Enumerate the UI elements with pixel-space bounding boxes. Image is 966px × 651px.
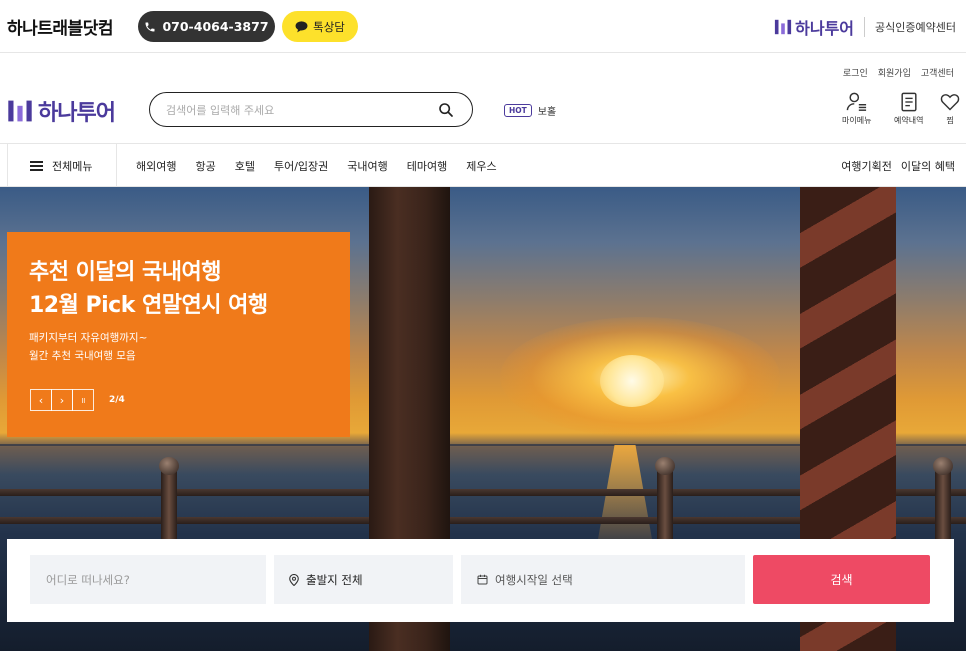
chat-button[interactable]: 톡상담 [282, 11, 358, 42]
wishlist-label: 찜 [946, 116, 954, 125]
nav-right-items: 여행기획전 이달의 혜택 [841, 144, 955, 187]
hot-badge: HOT [504, 104, 532, 117]
travel-search-panel: 어디로 떠나세요? 출발지 전체 여행시작일 선택 검색 [7, 539, 954, 622]
nav-item-monthly-benefits[interactable]: 이달의 혜택 [901, 158, 955, 174]
top-bar: 하나트래블닷컴 070-4064-3877 톡상담 하나투어 공식인증예약센터 [0, 0, 966, 53]
main-logo[interactable]: 하나투어 [7, 95, 116, 127]
slide-controls: ‹ › ॥ 2/4 [30, 389, 125, 411]
chat-label: 톡상담 [313, 19, 345, 34]
nav-item-overseas[interactable]: 해외여행 [136, 158, 176, 174]
partner-divider [864, 17, 866, 37]
nav-item-hotel[interactable]: 호텔 [235, 158, 255, 174]
search-bar [149, 92, 473, 127]
promo-title-line2: 12월 Pick 연말연시 여행 [29, 293, 268, 318]
document-icon [901, 92, 917, 112]
nav-item-tour-tickets[interactable]: 투어/입장권 [274, 158, 328, 174]
origin-select[interactable]: 출발지 전체 [274, 555, 453, 604]
promo-title: 추천 이달의 국내여행 12월 Pick 연말연시 여행 [29, 256, 350, 322]
user-list-icon [846, 92, 866, 111]
nav-item-zeus[interactable]: 제우스 [466, 158, 496, 174]
phone-icon [145, 22, 155, 31]
nav-items: 해외여행 항공 호텔 투어/입장권 국내여행 테마여행 제우스 [136, 144, 497, 187]
wishlist-button[interactable]: 찜 [940, 92, 960, 126]
main-nav: 전체메뉴 해외여행 항공 호텔 투어/입장권 국내여행 테마여행 제우스 여행기… [0, 143, 966, 187]
date-label: 여행시작일 선택 [495, 572, 573, 587]
location-pin-icon [289, 573, 299, 586]
search-button[interactable]: 검색 [753, 555, 930, 604]
search-input[interactable] [166, 101, 426, 119]
search-icon[interactable] [438, 102, 454, 118]
hanatour-logo-icon [8, 100, 32, 122]
hot-keyword[interactable]: HOT 보홀 [504, 103, 556, 118]
promo-card[interactable]: 추천 이달의 국내여행 12월 Pick 연말연시 여행 패키지부터 자유여행까… [7, 232, 350, 437]
all-menu-label: 전체메뉴 [52, 159, 93, 173]
hanatour-logo-icon [775, 19, 792, 35]
hamburger-icon [30, 160, 43, 171]
phone-number: 070-4064-3877 [162, 19, 269, 34]
partner-logo: 하나투어 [774, 15, 854, 39]
phone-button[interactable]: 070-4064-3877 [138, 11, 275, 42]
railing-post [655, 457, 675, 545]
all-menu-button[interactable]: 전체메뉴 [7, 144, 117, 187]
hot-keyword-text: 보홀 [537, 107, 557, 118]
promo-desc-line2: 월간 추천 국내여행 모음 [29, 350, 136, 362]
nav-item-exhibition[interactable]: 여행기획전 [841, 158, 892, 174]
customer-center-link[interactable]: 고객센터 [921, 66, 954, 79]
promo-title-line1: 추천 이달의 국내여행 [29, 260, 221, 285]
partner-logo-text: 하나투어 [795, 19, 855, 38]
heart-icon [940, 94, 960, 111]
partner-description: 공식인증예약센터 [875, 21, 956, 34]
pause-slide-button[interactable]: ॥ [72, 389, 94, 411]
nav-item-domestic[interactable]: 국내여행 [347, 158, 387, 174]
next-slide-button[interactable]: › [51, 389, 73, 411]
chat-bubble-icon [295, 20, 308, 32]
railing-post [933, 457, 953, 545]
destination-input[interactable]: 어디로 떠나세요? [30, 555, 266, 604]
partner-badge[interactable]: 하나투어 공식인증예약센터 [774, 15, 956, 39]
site-name[interactable]: 하나트래블닷컴 [7, 14, 113, 39]
origin-label: 출발지 전체 [306, 572, 363, 587]
utility-links: 로그인 회원가입 고객센터 [843, 66, 954, 79]
sun [600, 355, 664, 407]
signup-link[interactable]: 회원가입 [878, 66, 911, 79]
logo-text: 하나투어 [38, 101, 116, 126]
reservations-label: 예약내역 [894, 116, 924, 125]
promo-description: 패키지부터 자유여행까지~ 월간 추천 국내여행 모음 [29, 329, 350, 365]
prev-slide-button[interactable]: ‹ [30, 389, 52, 411]
railing-post [159, 457, 179, 545]
my-menu-button[interactable]: 마이메뉴 [842, 92, 871, 126]
calendar-icon [477, 574, 488, 585]
nav-item-flight[interactable]: 항공 [195, 158, 215, 174]
reservations-button[interactable]: 예약내역 [894, 92, 923, 126]
login-link[interactable]: 로그인 [843, 66, 868, 79]
date-select[interactable]: 여행시작일 선택 [461, 555, 745, 604]
slide-counter: 2/4 [109, 395, 125, 405]
my-menu-label: 마이메뉴 [842, 116, 872, 125]
promo-desc-line1: 패키지부터 자유여행까지~ [29, 332, 148, 344]
nav-item-theme[interactable]: 테마여행 [407, 158, 447, 174]
